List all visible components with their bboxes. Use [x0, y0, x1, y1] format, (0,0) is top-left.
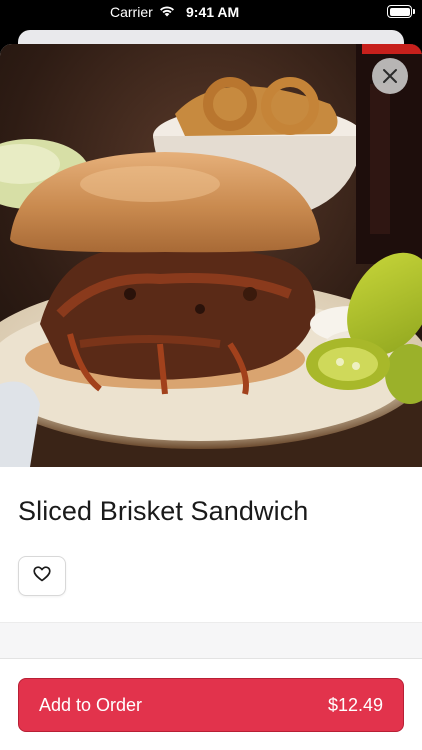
carrier-label: Carrier [110, 4, 153, 20]
close-icon [382, 68, 398, 84]
add-to-order-button[interactable]: Add to Order $12.49 [18, 678, 404, 732]
footer-divider [0, 658, 422, 659]
status-bar: Carrier 9:41 AM [0, 0, 422, 24]
status-time: 9:41 AM [186, 4, 240, 20]
item-photo [0, 44, 422, 467]
add-to-order-label: Add to Order [39, 694, 143, 715]
status-left: Carrier [110, 4, 175, 20]
favorite-button[interactable] [18, 556, 66, 596]
heart-icon [33, 565, 51, 587]
close-button[interactable] [372, 58, 408, 94]
item-detail-sheet: Sliced Brisket Sandwich Add to Order $12… [0, 44, 422, 750]
item-name: Sliced Brisket Sandwich [18, 496, 309, 526]
section-divider [0, 622, 422, 658]
price-label: $12.49 [327, 694, 383, 715]
wifi-icon [159, 4, 175, 20]
battery-icon [387, 5, 415, 18]
